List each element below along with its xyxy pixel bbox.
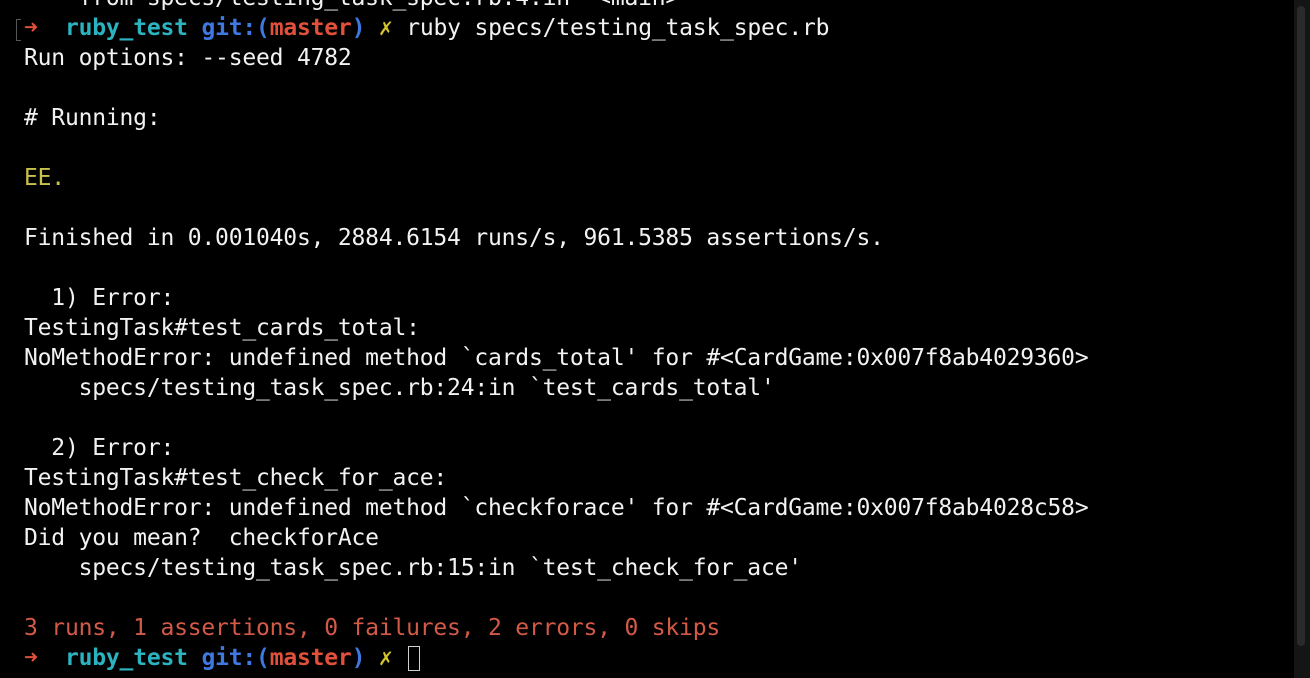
finished-line: Finished in 0.001040s, 2884.6154 runs/s,…	[24, 225, 884, 251]
dirty-marker-icon: ✗	[378, 645, 393, 671]
prompt-git-branch: master	[269, 15, 352, 41]
dirty-marker-icon: ✗	[378, 15, 393, 41]
command-text: ruby specs/testing_task_spec.rb	[406, 15, 830, 41]
prompt-arrow-icon: ➜	[24, 645, 38, 671]
prompt-directory: ruby_test	[64, 15, 188, 41]
error-suggestion: Did you mean? checkforAce	[24, 525, 379, 551]
prompt-git-prefix: git:(	[201, 15, 270, 41]
prompt-directory: ruby_test	[64, 645, 188, 671]
terminal-window[interactable]: from specs/testing_task_spec.rb:4:in `<m…	[0, 0, 1294, 678]
prompt-line-2[interactable]: ➜ ruby_test git:(master) ✗	[24, 643, 421, 673]
error-test-name: TestingTask#test_check_for_ace:	[24, 465, 448, 491]
prompt-git-suffix: )	[351, 645, 366, 671]
test-summary: 3 runs, 1 assertions, 0 failures, 2 erro…	[24, 615, 721, 641]
prompt-marker-1	[16, 19, 21, 41]
prompt-git-prefix: git:(	[201, 645, 270, 671]
partial-output-line: from specs/testing_task_spec.rb:4:in `<m…	[24, 0, 693, 13]
error-heading: 1) Error:	[24, 285, 175, 311]
text-cursor[interactable]	[408, 646, 421, 671]
error-trace: specs/testing_task_spec.rb:24:in `test_c…	[24, 375, 775, 401]
running-header: # Running:	[24, 105, 161, 131]
error-message: NoMethodError: undefined method `cards_t…	[24, 345, 1089, 371]
error-trace: specs/testing_task_spec.rb:15:in `test_c…	[24, 555, 803, 581]
error-message: NoMethodError: undefined method `checkfo…	[24, 495, 1089, 521]
scrollbar-thumb[interactable]	[1297, 6, 1305, 646]
error-heading: 2) Error:	[24, 435, 175, 461]
prompt-git-suffix: )	[351, 15, 366, 41]
prompt-arrow-icon: ➜	[24, 15, 38, 41]
prompt-git-branch: master	[269, 645, 352, 671]
progress-output: EE.	[24, 165, 65, 191]
prompt-line-1: ➜ ruby_test git:(master) ✗ ruby specs/te…	[24, 13, 829, 43]
run-options-line: Run options: --seed 4782	[24, 45, 352, 71]
vertical-scrollbar[interactable]	[1294, 0, 1310, 678]
error-test-name: TestingTask#test_cards_total:	[24, 315, 420, 341]
